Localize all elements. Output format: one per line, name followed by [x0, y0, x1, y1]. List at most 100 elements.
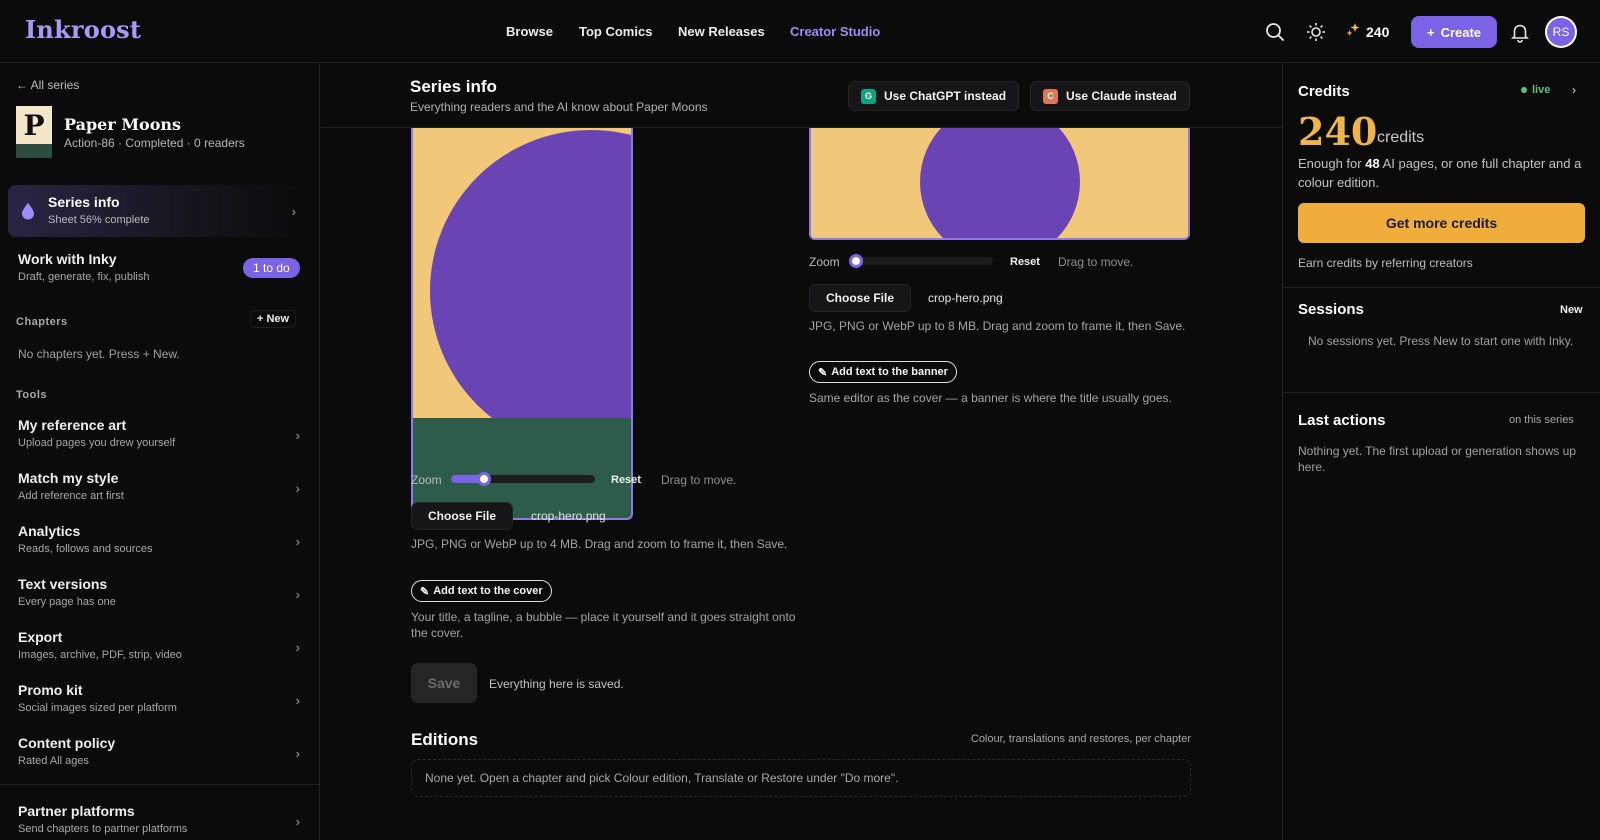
sidebar-item-match-style[interactable]: Match my style Add reference art first ›	[18, 470, 308, 502]
cover-zoom-handle[interactable]	[477, 472, 491, 486]
back-label: All series	[30, 78, 80, 92]
create-label: Create	[1440, 24, 1482, 40]
save-button[interactable]: Save	[411, 663, 477, 703]
credits-counter[interactable]: 240	[1345, 22, 1389, 41]
sidebar-item-text-versions[interactable]: Text versions Every page has one ›	[18, 576, 308, 608]
partner-title: Partner platforms	[18, 803, 135, 819]
last-actions-scope: on this series	[1509, 414, 1574, 426]
series-title: Paper Moons	[64, 115, 182, 134]
avatar-initials: RS	[1547, 18, 1575, 46]
use-claude-button[interactable]: C Use Claude instead	[1030, 81, 1190, 111]
tools-heading: Tools	[16, 389, 48, 401]
banner-preview-image	[811, 128, 1188, 238]
credits-balance: 240	[1298, 109, 1378, 154]
save-status: Everything here is saved.	[489, 677, 624, 691]
sidebar-item-promo-kit[interactable]: Promo kit Social images sized per platfo…	[18, 682, 308, 714]
chevron-right-icon: ›	[295, 481, 300, 496]
chevron-right-icon: ›	[295, 814, 300, 829]
cover-zoom-slider[interactable]	[451, 472, 595, 486]
tool-sub: Images, archive, PDF, strip, video	[18, 649, 182, 661]
pencil-icon: ✎	[420, 585, 430, 598]
create-button[interactable]: + Create	[1411, 16, 1497, 48]
sparkle-icon	[1345, 22, 1361, 41]
add-text-cover-button[interactable]: ✎ Add text to the cover	[411, 580, 552, 602]
sidebar-item-reference-art[interactable]: My reference art Upload pages you drew y…	[18, 417, 308, 449]
banner-help-text: JPG, PNG or WebP up to 8 MB. Drag and zo…	[809, 319, 1186, 333]
todo-badge: 1 to do	[243, 258, 300, 278]
top-bar: Inkroost Browse Top Comics New Releases …	[0, 0, 1600, 63]
series-info-sub: Sheet 56% complete	[48, 214, 150, 226]
partner-sub: Send chapters to partner platforms	[18, 823, 188, 835]
sidebar-item-analytics[interactable]: Analytics Reads, follows and sources ›	[18, 523, 308, 555]
cover-preview-image	[413, 128, 631, 518]
cover-reset-button[interactable]: Reset	[611, 474, 641, 486]
banner-choose-file-button[interactable]: Choose File	[809, 284, 912, 312]
pencil-icon: ✎	[818, 366, 828, 379]
sidebar-item-series-info[interactable]: Series info Sheet 56% complete ›	[8, 185, 312, 237]
tool-title: Content policy	[18, 735, 116, 751]
nav-browse[interactable]: Browse	[506, 24, 553, 39]
search-icon[interactable]	[1264, 21, 1286, 43]
tool-sub: Social images sized per platform	[18, 702, 177, 714]
nav-new-releases[interactable]: New Releases	[678, 24, 765, 39]
right-panel: Credits live › 240 credits Enough for 48…	[1282, 63, 1600, 840]
avatar[interactable]: RS	[1545, 16, 1577, 48]
page-subtitle: Everything readers and the AI know about…	[410, 100, 708, 114]
chevron-right-icon[interactable]: ›	[1572, 83, 1576, 97]
panel-divider	[1283, 392, 1600, 393]
banner-reset-button[interactable]: Reset	[1010, 256, 1040, 268]
get-more-credits-button[interactable]: Get more credits	[1298, 203, 1585, 243]
cover-drag-hint: Drag to move.	[661, 473, 737, 487]
sessions-empty: No sessions yet. Press New to start one …	[1308, 334, 1574, 348]
chevron-right-icon: ›	[291, 204, 296, 219]
panel-divider	[1283, 287, 1600, 288]
tool-sub: Rated All ages	[18, 755, 89, 767]
use-chatgpt-label: Use ChatGPT instead	[884, 89, 1007, 103]
cover-crop-area[interactable]	[411, 128, 633, 520]
theme-toggle-icon[interactable]	[1305, 21, 1327, 43]
banner-crop-area[interactable]	[809, 128, 1190, 240]
chevron-right-icon: ›	[295, 534, 300, 549]
earn-credits-link[interactable]: Earn credits by referring creators	[1298, 256, 1473, 270]
banner-file-name: crop-hero.png	[928, 291, 1003, 305]
enough-count: 48	[1365, 156, 1380, 171]
tool-title: Match my style	[18, 470, 119, 486]
credits-description: Enough for 48 AI pages, or one full chap…	[1298, 154, 1593, 192]
sidebar-item-content-policy[interactable]: Content policy Rated All ages ›	[18, 735, 308, 767]
claude-icon: C	[1043, 88, 1058, 104]
sidebar-item-export[interactable]: Export Images, archive, PDF, strip, vide…	[18, 629, 308, 661]
tool-sub: Upload pages you drew yourself	[18, 437, 176, 449]
cover-zoom-label: Zoom	[411, 473, 442, 487]
chevron-right-icon: ›	[295, 746, 300, 761]
back-link[interactable]: ← All series	[16, 78, 79, 92]
cover-add-text-help: Your title, a tagline, a bubble — place …	[411, 610, 796, 640]
banner-zoom-handle[interactable]	[849, 254, 863, 268]
nav-top-comics[interactable]: Top Comics	[579, 24, 652, 39]
logo[interactable]: Inkroost	[25, 15, 141, 44]
new-session-button[interactable]: New	[1560, 304, 1583, 316]
banner-add-text-help: Same editor as the cover — a banner is w…	[809, 391, 1172, 405]
cover-choose-file-button[interactable]: Choose File	[411, 502, 514, 530]
sessions-title: Sessions	[1298, 301, 1364, 318]
chapters-empty: No chapters yet. Press + New.	[18, 347, 180, 361]
editions-title: Editions	[411, 730, 479, 749]
chevron-right-icon: ›	[295, 587, 300, 602]
sidebar: ← All series P Paper Moons Action-86 · C…	[0, 63, 320, 840]
tool-title: Analytics	[18, 523, 81, 539]
chatgpt-icon: G	[861, 88, 876, 104]
last-actions-title: Last actions	[1298, 412, 1386, 429]
last-actions-empty: Nothing yet. The first upload or generat…	[1298, 444, 1576, 474]
banner-drag-hint: Drag to move.	[1058, 255, 1134, 269]
sidebar-item-partner-platforms[interactable]: Partner platforms Send chapters to partn…	[18, 803, 308, 835]
bell-icon[interactable]	[1509, 21, 1531, 43]
tool-sub: Add reference art first	[18, 490, 124, 502]
banner-zoom-slider[interactable]	[849, 254, 993, 268]
tool-title: Export	[18, 629, 63, 645]
series-meta: Action-86 · Completed · 0 readers	[64, 136, 245, 150]
chapters-heading: Chapters	[16, 316, 68, 328]
add-text-banner-button[interactable]: ✎ Add text to the banner	[809, 361, 957, 383]
use-chatgpt-button[interactable]: G Use ChatGPT instead	[848, 81, 1020, 111]
new-chapter-button[interactable]: + New	[250, 310, 297, 328]
chevron-right-icon: ›	[295, 428, 300, 443]
nav-creator-studio[interactable]: Creator Studio	[790, 24, 880, 39]
